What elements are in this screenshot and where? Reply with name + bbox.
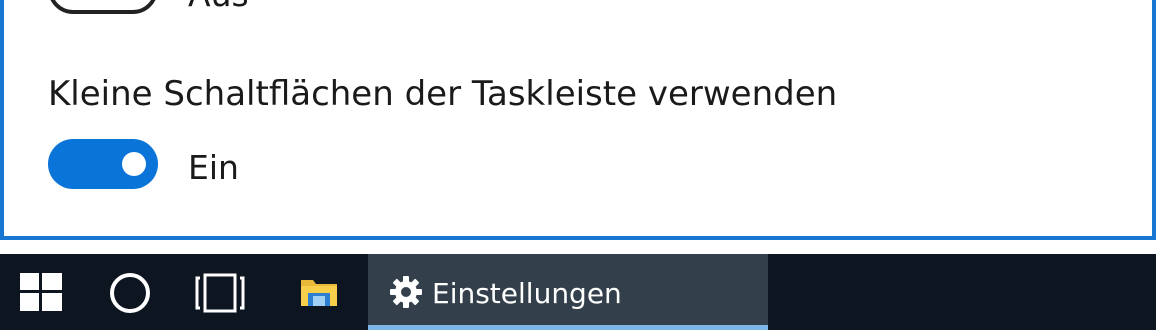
small-taskbar-buttons-title: Kleine Schaltflächen der Taskleiste verw… — [48, 74, 838, 114]
taskbar: Einstellungen — [0, 254, 1156, 330]
taskbar-app-settings[interactable]: Einstellungen — [368, 254, 768, 330]
windows-logo-icon[interactable] — [20, 273, 62, 311]
settings-window: Aus Kleine Schaltflächen der Taskleiste … — [0, 0, 1156, 240]
prev-toggle-state-label: Aus — [188, 0, 249, 11]
cortana-circle-icon[interactable] — [110, 273, 150, 313]
task-view-icon[interactable] — [194, 272, 246, 314]
small-taskbar-buttons-toggle[interactable] — [48, 139, 158, 189]
taskbar-app-label: Einstellungen — [432, 277, 622, 310]
toggle-knob — [122, 152, 146, 176]
small-taskbar-buttons-state-label: Ein — [188, 148, 239, 187]
prev-toggle-switch[interactable] — [48, 0, 158, 14]
screen: Aus Kleine Schaltflächen der Taskleiste … — [0, 0, 1156, 330]
file-explorer-folder-icon[interactable] — [300, 276, 338, 308]
gear-icon — [390, 276, 422, 308]
